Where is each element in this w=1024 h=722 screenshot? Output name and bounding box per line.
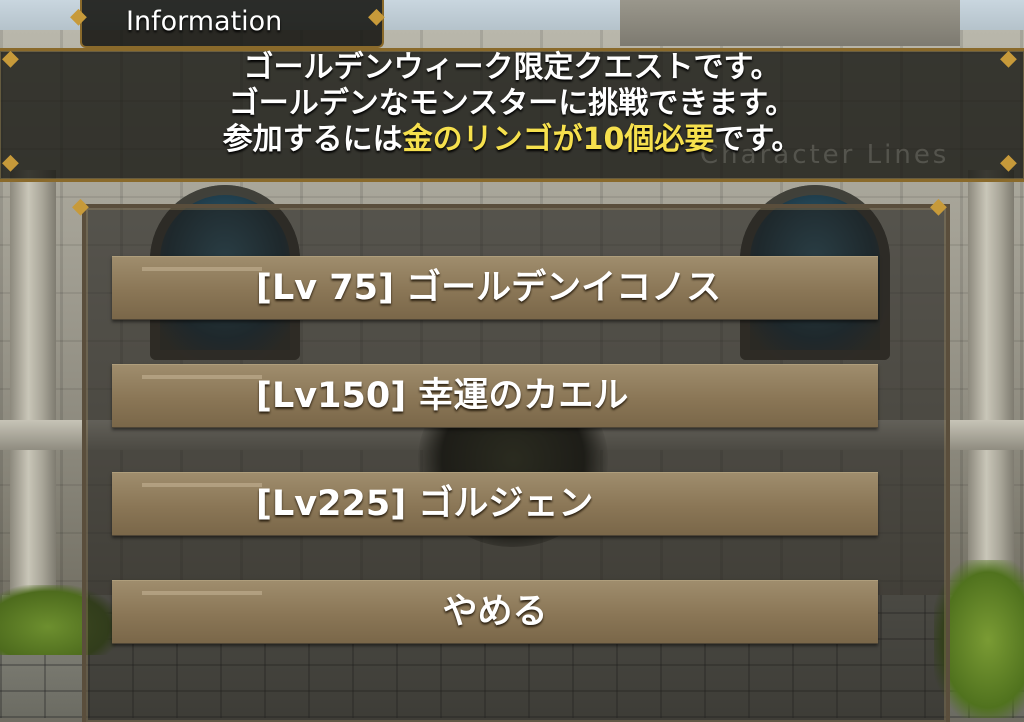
message-line-3: 参加するには金のリンゴが10個必要です。: [0, 122, 1024, 158]
quest-option-label: [Lv 75] ゴールデンイコノス: [256, 268, 722, 308]
ornament-corner-icon: ◆: [2, 46, 19, 71]
stone-pillar: [10, 170, 56, 610]
information-message: ゴールデンウィーク限定クエストです。 ゴールデンなモンスターに挑戦できます。 参…: [0, 50, 1024, 158]
button-highlight: [142, 375, 262, 379]
ornament-corner-icon: ◆: [72, 194, 89, 219]
castle-tower: [620, 0, 960, 46]
golden-apple-requirement: 金のリンゴが10個必要: [402, 122, 715, 157]
cancel-button-label: やめる: [442, 592, 548, 632]
ornament-corner-icon: ◆: [368, 4, 385, 29]
message-line-1: ゴールデンウィーク限定クエストです。: [243, 50, 781, 85]
ornament-corner-icon: ◆: [930, 194, 947, 219]
ornament-corner-icon: ◆: [1000, 150, 1017, 175]
message-line-3-prefix: 参加するには: [222, 122, 403, 157]
quest-option-lucky-frog[interactable]: [Lv150] 幸運のカエル: [112, 364, 878, 428]
ornament-corner-icon: ◆: [2, 150, 19, 175]
button-highlight: [142, 267, 262, 271]
ornament-corner-icon: ◆: [70, 4, 87, 29]
information-title: Information: [126, 6, 283, 37]
quest-option-goldjen[interactable]: [Lv225] ゴルジェン: [112, 472, 878, 536]
quest-option-label: [Lv150] 幸運のカエル: [256, 376, 629, 416]
message-line-2: ゴールデンなモンスターに挑戦できます。: [228, 86, 796, 121]
quest-option-label: [Lv225] ゴルジェン: [256, 484, 594, 524]
cancel-button[interactable]: やめる: [112, 580, 878, 644]
stone-pillar: [968, 170, 1014, 610]
quest-option-golden-iconos[interactable]: [Lv 75] ゴールデンイコノス: [112, 256, 878, 320]
button-highlight: [142, 483, 262, 487]
ornament-corner-icon: ◆: [1000, 46, 1017, 71]
message-line-3-suffix: です。: [714, 122, 802, 157]
